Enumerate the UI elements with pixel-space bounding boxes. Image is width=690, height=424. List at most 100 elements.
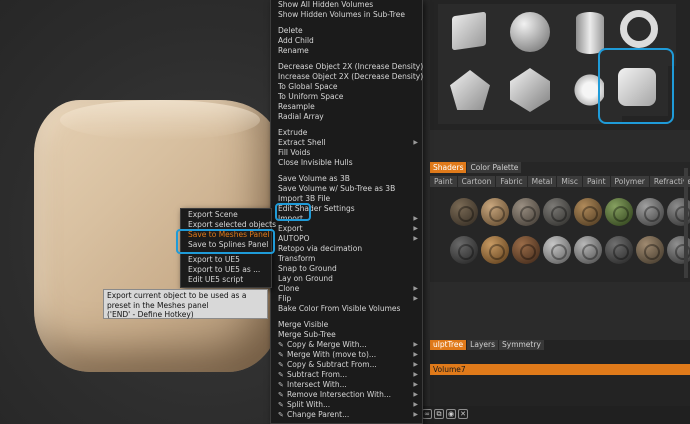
chevron-right-icon: ▶ (413, 285, 418, 292)
menu-item-merge-with-move-to[interactable]: ✎ Merge With (move to)... ▶ (271, 350, 422, 360)
menu-item-increase-object-2x-decrease-density[interactable]: Increase Object 2X (Decrease Density) (271, 72, 423, 82)
menu-item-export[interactable]: Export ▶ (271, 224, 422, 234)
menu-item-resample[interactable]: Resample (271, 102, 422, 112)
submenu-item-export-scene[interactable]: Export Scene (181, 210, 271, 220)
submenu-item-save-to-splines-panel[interactable]: Save to Splines Panel (181, 240, 271, 250)
menu-item-save-volume-as-3b[interactable]: Save Volume as 3B (271, 174, 422, 184)
menu-item-import-3b-file[interactable]: Import 3B File (271, 194, 422, 204)
tab-layers[interactable]: Layers (467, 340, 498, 350)
tooltip-line: Export current object to be used as a (107, 291, 247, 300)
menu-item-label: Close Invisible Hulls (278, 158, 353, 167)
shader-ball[interactable] (574, 198, 602, 226)
menu-item-label: Merge Sub-Tree (278, 330, 336, 339)
menu-item-save-volume-w-sub-tree-as-3b[interactable]: Save Volume w/ Sub-Tree as 3B (271, 184, 422, 194)
shader-ball[interactable] (636, 198, 664, 226)
menu-item-label: Copy & Subtract From... (287, 360, 377, 369)
chevron-right-icon: ▶ (413, 401, 418, 408)
shader-ball[interactable] (605, 236, 633, 264)
shader-category-metal[interactable]: Metal (527, 176, 557, 187)
merge-icon[interactable]: ⧉ (434, 409, 444, 419)
menu-item-rename[interactable]: Rename (271, 46, 422, 56)
saved-cube-thumb[interactable] (604, 54, 668, 116)
cube-thumb[interactable] (438, 4, 502, 66)
menu-item-show-all-hidden-volumes[interactable]: Show All Hidden Volumes (271, 0, 422, 10)
submenu-item-export-selected-objects[interactable]: Export selected objects (181, 220, 276, 230)
menu-item-label: Flip (278, 294, 292, 303)
shader-ball[interactable] (574, 236, 602, 264)
chevron-right-icon: ▶ (413, 225, 418, 232)
menu-item-extract-shell[interactable]: Extract Shell ▶ (271, 138, 422, 148)
tab-color-palette[interactable]: Color Palette (467, 162, 522, 173)
submenu-item-export-to-ue5-as[interactable]: Export to UE5 as ... (181, 265, 271, 275)
shader-ball[interactable] (636, 236, 664, 264)
tab-shaders[interactable]: Shaders (430, 162, 467, 173)
visibility-icon[interactable]: ◉ (446, 409, 456, 419)
brush-icon: ✎ (278, 371, 284, 379)
menu-item-import[interactable]: Import ▶ (271, 214, 422, 224)
menu-item-label: Export (278, 224, 303, 233)
shader-category-polymer[interactable]: Polymer (610, 176, 649, 187)
menu-item-retopo-via-decimation[interactable]: Retopo via decimation (271, 244, 422, 254)
menu-item-decrease-object-2x-increase-density[interactable]: Decrease Object 2X (Increase Density) (271, 62, 423, 72)
icosahedron-thumb[interactable] (498, 62, 562, 124)
submenu-item-edit-ue5-script[interactable]: Edit UE5 script (181, 275, 271, 285)
menu-item-show-hidden-volumes-in-sub-tree[interactable]: Show Hidden Volumes in Sub-Tree (271, 10, 422, 20)
shader-ball[interactable] (512, 236, 540, 264)
shader-category-misc[interactable]: Misc (557, 176, 582, 187)
menu-item-remove-intersection-with[interactable]: ✎ Remove Intersection With... ▶ (271, 390, 422, 400)
menu-item-edit-shader-settings[interactable]: Edit Shader Settings (271, 204, 422, 214)
menu-item-change-parent[interactable]: ✎ Change Parent... ▶ (271, 410, 422, 420)
shader-ball[interactable] (450, 198, 478, 226)
brush-icon: ✎ (278, 411, 284, 419)
shader-ball[interactable] (512, 198, 540, 226)
menu-item-split-with[interactable]: ✎ Split With... ▶ (271, 400, 422, 410)
menu-item-autopo[interactable]: AUTOPO ▶ (271, 234, 422, 244)
menu-item-subtract-from[interactable]: ✎ Subtract From... ▶ (271, 370, 422, 380)
menu-item-intersect-with[interactable]: ✎ Intersect With... ▶ (271, 380, 422, 390)
menu-item-to-global-space[interactable]: To Global Space (271, 82, 422, 92)
shader-ball[interactable] (605, 198, 633, 226)
submenu-item-export-to-ue5[interactable]: Export to UE5 (181, 255, 271, 265)
menu-item-copy-subtract-from[interactable]: ✎ Copy & Subtract From... ▶ (271, 360, 422, 370)
menu-item-merge-sub-tree[interactable]: Merge Sub-Tree (271, 330, 422, 340)
menu-item-snap-to-ground[interactable]: Snap to Ground (271, 264, 422, 274)
submenu-item-save-to-meshes-panel[interactable]: Save to Meshes Panel (181, 230, 271, 240)
delete-icon[interactable]: ✕ (458, 409, 468, 419)
shader-ball[interactable] (481, 236, 509, 264)
shader-ball[interactable] (543, 236, 571, 264)
menu-item-bake-color-from-visible-volumes[interactable]: Bake Color From Visible Volumes (271, 304, 422, 314)
chevron-right-icon: ▶ (413, 351, 418, 358)
menu-item-flip[interactable]: Flip ▶ (271, 294, 422, 304)
link-icon[interactable]: ∞ (422, 409, 432, 419)
shader-ball[interactable] (481, 198, 509, 226)
sphere-thumb[interactable] (498, 4, 562, 66)
menu-item-label: Merge With (move to)... (287, 350, 377, 359)
chevron-right-icon: ▶ (413, 215, 418, 222)
volume-row[interactable]: Volume7 (430, 364, 690, 375)
tab-symmetry[interactable]: Symmetry (499, 340, 544, 350)
menu-item-merge-visible[interactable]: Merge Visible (271, 320, 422, 330)
chevron-right-icon: ▶ (413, 371, 418, 378)
menu-item-add-child[interactable]: Add Child (271, 36, 422, 46)
shader-category-fabric[interactable]: Fabric (496, 176, 527, 187)
menu-item-radial-array[interactable]: Radial Array (271, 112, 422, 122)
tab-sculpt-tree[interactable]: ulptTree (430, 340, 467, 350)
shader-category-paint[interactable]: Paint (582, 176, 610, 187)
shader-category-paint[interactable]: Paint (430, 176, 457, 187)
menu-item-to-uniform-space[interactable]: To Uniform Space (271, 92, 422, 102)
menu-item-copy-merge-with[interactable]: ✎ Copy & Merge With... ▶ (271, 340, 422, 350)
menu-item-lay-on-ground[interactable]: Lay on Ground (271, 274, 422, 284)
menu-item-close-invisible-hulls[interactable]: Close Invisible Hulls (271, 158, 422, 168)
shader-scrollbar[interactable] (684, 168, 688, 278)
shader-ball[interactable] (450, 236, 478, 264)
menu-item-transform[interactable]: Transform (271, 254, 422, 264)
shader-category-cartoon[interactable]: Cartoon (457, 176, 496, 187)
menu-item-clone[interactable]: Clone ▶ (271, 284, 422, 294)
dodecahedron-thumb[interactable] (438, 62, 502, 124)
menu-item-fill-voids[interactable]: Fill Voids (271, 148, 422, 158)
shader-ball[interactable] (543, 198, 571, 226)
menu-item-extrude[interactable]: Extrude (271, 128, 422, 138)
menu-item-delete[interactable]: Delete (271, 26, 422, 36)
menu-item-label: Bake Color From Visible Volumes (278, 304, 401, 313)
menu-item-label: Lay on Ground (278, 274, 333, 283)
